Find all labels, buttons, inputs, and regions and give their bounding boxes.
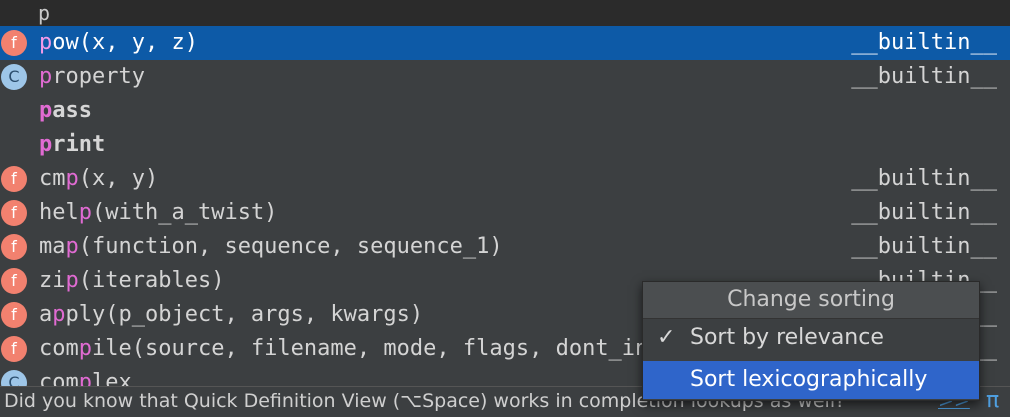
match-highlight: p	[65, 234, 79, 259]
completion-label: map(function, sequence, sequence_1)	[39, 230, 503, 264]
label-prefix: hel	[39, 200, 79, 225]
completion-location: __builtin__	[851, 166, 997, 191]
sort-option-label: Sort by relevance	[690, 325, 884, 350]
popup-title: Change sorting	[643, 282, 979, 319]
completion-item[interactable]: f map(function, sequence, sequence_1) __bu…	[0, 230, 1010, 264]
completion-location: __builtin__	[851, 200, 997, 225]
completion-item[interactable]: f cmp(x, y) __builtin__	[0, 162, 1010, 196]
typed-text[interactable]: p	[38, 0, 50, 26]
sort-option-label: Sort lexicographically	[690, 367, 928, 392]
sort-lexicographically-item[interactable]: Sort lexicographically	[643, 361, 979, 399]
function-icon: f	[1, 336, 27, 362]
match-highlight: p	[39, 132, 53, 157]
completion-label: apply(p_object, args, kwargs)	[39, 298, 423, 332]
match-highlight: p	[65, 268, 79, 293]
label-rest: ply(p_object, args, kwargs)	[65, 302, 424, 327]
match-highlight: p	[78, 336, 92, 361]
class-icon: C	[1, 370, 27, 386]
completion-label: complex	[39, 366, 132, 386]
sort-by-relevance-item[interactable]: ✓ Sort by relevance	[643, 319, 979, 357]
completion-label: property	[39, 60, 145, 94]
match-highlight: p	[65, 166, 79, 191]
label-rest: (function, sequence, sequence_1)	[78, 234, 503, 259]
completion-label: pow(x, y, z)	[39, 26, 198, 60]
completion-item[interactable]: f pow(x, y, z) __builtin__	[0, 26, 1010, 60]
label-rest: ow(x, y, z)	[52, 30, 198, 55]
completion-label: zip(iterables)	[39, 264, 224, 298]
label-prefix: ma	[39, 234, 66, 259]
checkmark-icon: ✓	[657, 325, 676, 350]
label-rest: lex	[92, 370, 132, 386]
completion-label: pass	[39, 94, 92, 128]
label-prefix: com	[39, 336, 79, 361]
label-rest: (iterables)	[78, 268, 225, 293]
pi-icon[interactable]: π	[986, 387, 999, 415]
label-prefix: zi	[39, 268, 66, 293]
match-highlight: p	[78, 200, 92, 225]
label-prefix: cm	[39, 166, 66, 191]
label-prefix: com	[39, 370, 79, 386]
label-rest: (x, y)	[78, 166, 159, 191]
completion-item[interactable]: f help(with_a_twist) __builtin__	[0, 196, 1010, 230]
change-sorting-popup: Change sorting ✓ Sort by relevance Sort …	[642, 281, 980, 401]
label-rest: rint	[52, 132, 106, 157]
label-rest: ass	[52, 98, 92, 123]
function-icon: f	[1, 30, 27, 56]
completion-item[interactable]: Cproperty __builtin__	[0, 60, 1010, 94]
completion-label: compile(source, filename, mode, flags, d…	[39, 332, 728, 366]
completion-location: __builtin__	[851, 64, 997, 89]
completion-item[interactable]: pass	[0, 94, 1010, 128]
completion-label: print	[39, 128, 105, 162]
completion-item[interactable]: print	[0, 128, 1010, 162]
match-highlight: p	[39, 64, 53, 89]
label-prefix: a	[39, 302, 53, 327]
completion-label: help(with_a_twist)	[39, 196, 277, 230]
function-icon: f	[1, 234, 27, 260]
match-highlight: p	[39, 98, 53, 123]
function-icon: f	[1, 166, 27, 192]
completion-query-bar: p	[0, 0, 1010, 26]
class-icon: C	[1, 64, 27, 90]
completion-label: cmp(x, y)	[39, 162, 158, 196]
function-icon: f	[1, 268, 27, 294]
completion-location: __builtin__	[851, 30, 997, 55]
label-rest: (with_a_twist)	[92, 200, 278, 225]
function-icon: f	[1, 302, 27, 328]
label-rest: roperty	[52, 64, 145, 89]
match-highlight: p	[39, 30, 53, 55]
completion-location: __builtin__	[851, 234, 997, 259]
label-rest: ile(source, filename, mode, flags, dont_…	[92, 336, 728, 361]
match-highlight: p	[78, 370, 92, 386]
match-highlight: p	[52, 302, 66, 327]
function-icon: f	[1, 200, 27, 226]
